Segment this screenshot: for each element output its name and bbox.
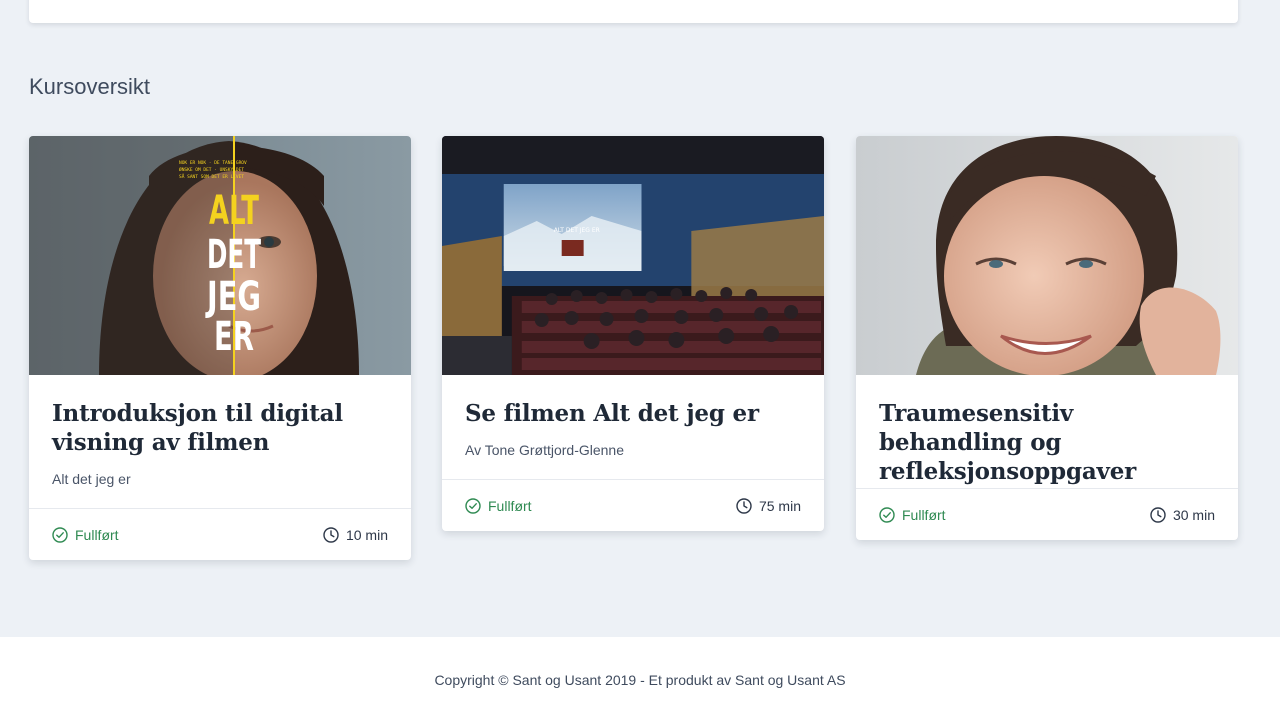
- clock-icon: [1150, 506, 1166, 523]
- course-footer: Fullført 10 min: [29, 508, 411, 560]
- completion-status: Fullført: [52, 527, 119, 543]
- course-duration: 30 min: [1150, 507, 1215, 523]
- poster-word-2: DET: [207, 232, 261, 278]
- course-image-poster[interactable]: NOK ER NOK · DE TANE GROV ØNSKE OM DET ·…: [29, 136, 411, 375]
- course-title[interactable]: Introduksjon til digital visning av film…: [52, 399, 388, 457]
- top-panel: [29, 0, 1238, 23]
- duration-label: 75 min: [758, 497, 801, 514]
- course-card-watch-film[interactable]: ALT DET JEG ER Se filmen Alt det jeg er …: [442, 136, 824, 531]
- screen-title-text: ALT DET JEG ER: [554, 227, 600, 234]
- clock-icon: [323, 526, 339, 543]
- course-card-trauma[interactable]: Traumesensitiv behandling og refleksjons…: [856, 136, 1238, 540]
- clock-icon: [736, 497, 752, 514]
- poster-word-1: ALT: [209, 188, 259, 234]
- course-card-intro[interactable]: NOK ER NOK · DE TANE GROV ØNSKE OM DET ·…: [29, 136, 411, 560]
- status-label: Fullført: [75, 526, 119, 543]
- svg-text:NOK ER NOK · DE TANE GROV: NOK ER NOK · DE TANE GROV: [179, 160, 247, 166]
- status-label: Fullført: [902, 506, 946, 523]
- course-title[interactable]: Se filmen Alt det jeg er: [465, 399, 801, 428]
- course-image-portrait[interactable]: [856, 136, 1238, 375]
- duration-label: 10 min: [345, 526, 388, 543]
- course-subtitle: Alt det jeg er: [52, 471, 131, 487]
- course-footer: Fullført 30 min: [856, 488, 1238, 540]
- course-title[interactable]: Traumesensitiv behandling og refleksjons…: [879, 399, 1215, 486]
- svg-text:SÅ SANT SOM DET ER LIVET: SÅ SANT SOM DET ER LIVET: [179, 173, 244, 180]
- course-duration: 10 min: [323, 527, 388, 543]
- completion-status: Fullført: [879, 507, 946, 523]
- page-footer: Copyright © Sant og Usant 2019 - Et prod…: [0, 637, 1280, 720]
- poster-word-4: ER: [214, 314, 254, 360]
- course-footer: Fullført 75 min: [442, 479, 824, 531]
- status-label: Fullført: [488, 497, 532, 514]
- course-duration: 75 min: [736, 498, 801, 514]
- course-image-cinema[interactable]: ALT DET JEG ER: [442, 136, 824, 375]
- check-circle-icon: [465, 497, 481, 514]
- svg-text:ØNSKE OM DET · UNSKYLDET: ØNSKE OM DET · UNSKYLDET: [179, 166, 244, 173]
- duration-label: 30 min: [1172, 506, 1215, 523]
- course-subtitle: Av Tone Grøttjord-Glenne: [465, 442, 625, 458]
- section-heading: Kursoversikt: [29, 74, 151, 99]
- copyright-text: Copyright © Sant og Usant 2019 - Et prod…: [434, 672, 846, 688]
- check-circle-icon: [879, 506, 895, 523]
- check-circle-icon: [52, 526, 68, 543]
- completion-status: Fullført: [465, 498, 532, 514]
